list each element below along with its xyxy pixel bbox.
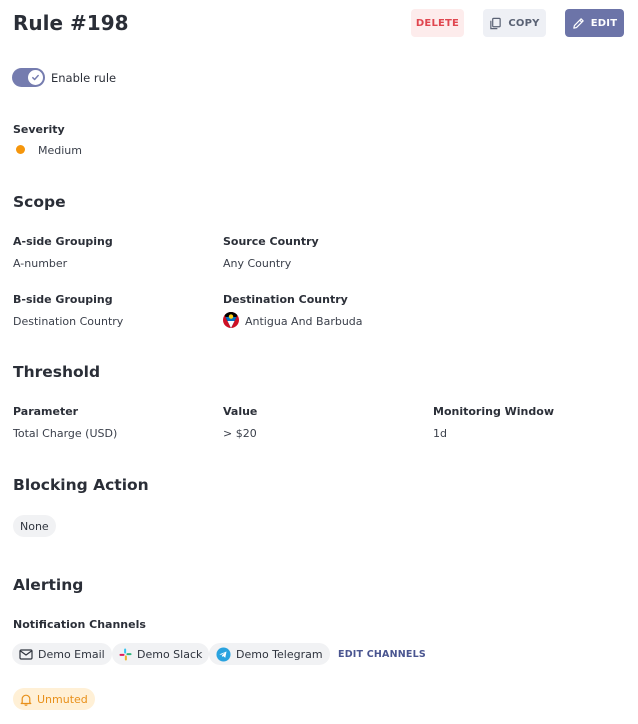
destination-country-value: Antigua And Barbuda <box>245 315 363 328</box>
delete-button[interactable]: DELETE <box>411 9 464 37</box>
severity-label: Severity <box>13 123 65 136</box>
bell-icon <box>20 693 32 706</box>
toggle-knob <box>28 70 43 85</box>
copy-button-label: COPY <box>508 17 540 29</box>
unmuted-status-chip[interactable]: Unmuted <box>13 688 95 710</box>
threshold-value: > $20 <box>223 427 257 440</box>
page-title: Rule #198 <box>13 11 129 35</box>
a-side-grouping-label: A-side Grouping <box>13 235 113 248</box>
parameter-value: Total Charge (USD) <box>13 427 118 440</box>
blocking-action-value: None <box>20 519 49 533</box>
source-country-label: Source Country <box>223 235 319 248</box>
channel-label: Demo Telegram <box>236 647 323 661</box>
value-label: Value <box>223 405 258 418</box>
telegram-icon <box>216 646 231 662</box>
enable-rule-label: Enable rule <box>51 71 117 85</box>
delete-button-label: DELETE <box>415 17 460 29</box>
scope-heading: Scope <box>13 193 66 211</box>
mail-icon <box>19 648 33 660</box>
a-side-grouping-value: A-number <box>13 257 68 270</box>
mute-status-label: Unmuted <box>37 692 88 706</box>
channel-chip-email[interactable]: Demo Email <box>12 643 112 665</box>
channel-label: Demo Email <box>38 647 105 661</box>
source-country-value: Any Country <box>223 257 292 270</box>
copy-button[interactable]: COPY <box>483 9 546 37</box>
channel-chip-telegram[interactable]: Demo Telegram <box>209 643 330 665</box>
edit-button[interactable]: EDIT <box>565 9 624 37</box>
notification-channels-label: Notification Channels <box>13 618 146 631</box>
blocking-action-chip: None <box>13 515 56 537</box>
destination-country-label: Destination Country <box>223 293 348 306</box>
edit-channels-link[interactable]: EDIT CHANNELS <box>338 649 426 660</box>
channel-label: Demo Slack <box>137 647 203 661</box>
severity-value: Medium <box>38 144 82 157</box>
b-side-grouping-label: B-side Grouping <box>13 293 113 306</box>
check-icon <box>31 73 40 82</box>
parameter-label: Parameter <box>13 405 79 418</box>
copy-icon <box>489 17 502 30</box>
antigua-and-barbuda-flag-icon <box>223 312 239 328</box>
monitoring-window-label: Monitoring Window <box>433 405 554 418</box>
edit-button-label: EDIT <box>590 17 618 29</box>
threshold-heading: Threshold <box>13 363 101 381</box>
channel-chip-slack[interactable]: Demo Slack <box>112 643 210 665</box>
enable-rule-toggle[interactable] <box>12 68 45 87</box>
pencil-icon <box>572 17 585 30</box>
blocking-action-heading: Blocking Action <box>13 476 149 494</box>
alerting-heading: Alerting <box>13 576 84 594</box>
severity-dot-icon <box>16 145 25 154</box>
b-side-grouping-value: Destination Country <box>13 315 124 328</box>
monitoring-window-value: 1d <box>433 427 447 440</box>
slack-icon <box>119 647 132 661</box>
